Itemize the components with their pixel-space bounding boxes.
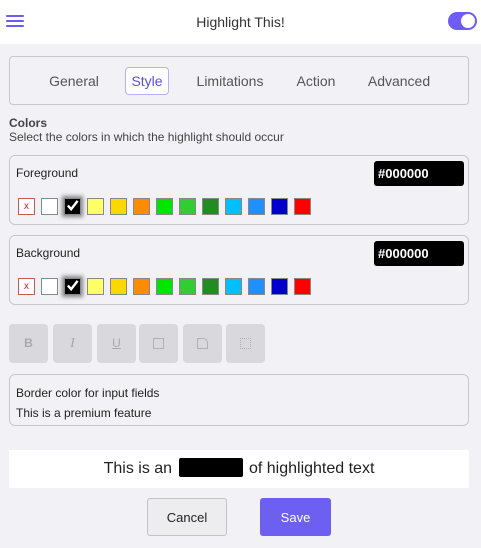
premium-note: This is a premium feature [16, 406, 152, 420]
premium-feature-box: Border color for input fields This is a … [9, 374, 469, 426]
border-icon [153, 338, 164, 350]
top-bar: Highlight This! [0, 0, 481, 44]
tab-bar: General Style Limitations Action Advance… [9, 56, 469, 105]
border-color-label: Border color for input fields [16, 386, 160, 400]
tab-general[interactable]: General [39, 67, 109, 95]
save-button[interactable]: Save [260, 498, 331, 536]
foreground-label: Foreground [16, 166, 79, 180]
padding-button[interactable] [226, 324, 265, 363]
bold-icon: B [24, 336, 33, 350]
preview-text-after: of highlighted text [248, 460, 375, 477]
foreground-swatch[interactable] [294, 198, 311, 215]
underline-button[interactable]: U [97, 324, 136, 363]
foreground-swatch[interactable] [41, 198, 58, 215]
background-swatch[interactable] [271, 278, 288, 295]
checkmark-icon [66, 200, 79, 212]
italic-button[interactable]: I [53, 324, 92, 363]
enable-toggle[interactable] [448, 12, 477, 30]
underline-icon: U [112, 336, 121, 350]
border-button[interactable] [139, 324, 178, 363]
background-swatch[interactable] [179, 278, 196, 295]
tab-action[interactable]: Action [288, 67, 344, 95]
background-hex-input[interactable] [374, 241, 464, 266]
rounded-corner-button[interactable] [183, 324, 222, 363]
background-swatch[interactable] [294, 278, 311, 295]
foreground-swatch[interactable] [271, 198, 288, 215]
toggle-knob [461, 14, 475, 28]
italic-icon: I [70, 336, 75, 351]
tab-limitations[interactable]: Limitations [190, 67, 270, 95]
foreground-swatch[interactable] [64, 198, 81, 215]
foreground-swatch[interactable] [156, 198, 173, 215]
background-box: Background x [9, 235, 469, 305]
foreground-swatch[interactable] [202, 198, 219, 215]
foreground-swatch[interactable] [179, 198, 196, 215]
background-swatch[interactable] [156, 278, 173, 295]
background-swatch[interactable] [87, 278, 104, 295]
background-swatch[interactable] [202, 278, 219, 295]
foreground-swatch[interactable] [110, 198, 127, 215]
foreground-hex-input[interactable] [374, 161, 464, 186]
highlight-preview: This is an of highlighted text [9, 450, 469, 488]
foreground-box: Foreground x [9, 155, 469, 225]
foreground-swatch[interactable] [133, 198, 150, 215]
background-label: Background [16, 246, 81, 260]
cancel-button[interactable]: Cancel [147, 498, 227, 536]
padding-icon [240, 338, 251, 350]
background-swatch[interactable] [41, 278, 58, 295]
rounded-corner-icon [197, 338, 208, 350]
tab-advanced[interactable]: Advanced [360, 67, 438, 95]
foreground-swatch[interactable] [248, 198, 265, 215]
colors-description: Select the colors in which the highlight… [9, 130, 284, 144]
checkmark-icon [66, 280, 79, 292]
background-swatch-clear[interactable]: x [18, 278, 35, 295]
background-swatch[interactable] [248, 278, 265, 295]
background-swatch[interactable] [110, 278, 127, 295]
foreground-swatch[interactable] [225, 198, 242, 215]
foreground-swatch[interactable] [87, 198, 104, 215]
background-swatch[interactable] [133, 278, 150, 295]
bold-button[interactable]: B [9, 324, 48, 363]
background-swatch[interactable] [64, 278, 81, 295]
app-title: Highlight This! [196, 14, 285, 30]
preview-text-before: This is an [103, 460, 173, 477]
tab-style[interactable]: Style [125, 67, 169, 95]
foreground-swatch-clear[interactable]: x [18, 198, 35, 215]
colors-heading: Colors [9, 116, 48, 130]
highlight-sample [178, 458, 243, 478]
background-swatch[interactable] [225, 278, 242, 295]
